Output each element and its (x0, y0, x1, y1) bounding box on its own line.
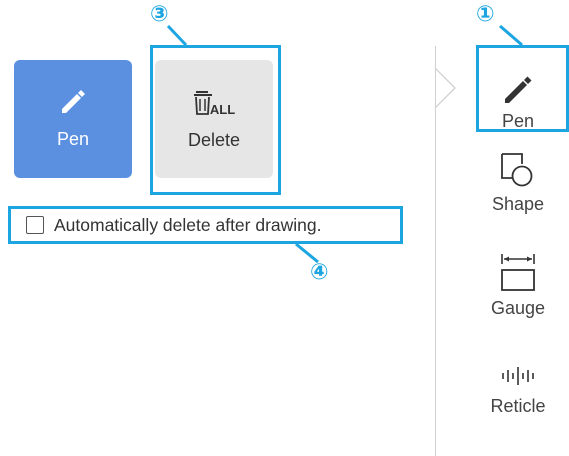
gauge-icon (501, 254, 535, 291)
pen-button-label: Pen (56, 128, 90, 149)
pen-button[interactable]: Pen (14, 60, 132, 178)
shape-icon (501, 153, 533, 187)
toolbar-item-label: Reticle (490, 396, 546, 416)
callout-4-highlight (8, 206, 403, 244)
callout-3-highlight (150, 45, 281, 195)
panel-divider (435, 46, 436, 456)
toolbar-item-label: Gauge (490, 298, 546, 318)
callout-3-number: ③ (150, 2, 169, 27)
callout-3-line (166, 24, 188, 47)
callout-4-number: ④ (310, 260, 329, 285)
callout-1-number: ① (476, 2, 495, 27)
pencil-icon (62, 89, 85, 113)
divider-chevron (434, 67, 456, 109)
toolbar-item-label: Shape (491, 194, 545, 214)
toolbar-item-gauge[interactable]: Gauge (470, 252, 566, 319)
toolbar-item-reticle[interactable]: Reticle (470, 366, 566, 417)
callout-1-line (499, 24, 523, 47)
reticle-icon (502, 367, 534, 385)
toolbar-item-shape[interactable]: Shape (470, 152, 566, 215)
callout-1-highlight (476, 45, 569, 132)
